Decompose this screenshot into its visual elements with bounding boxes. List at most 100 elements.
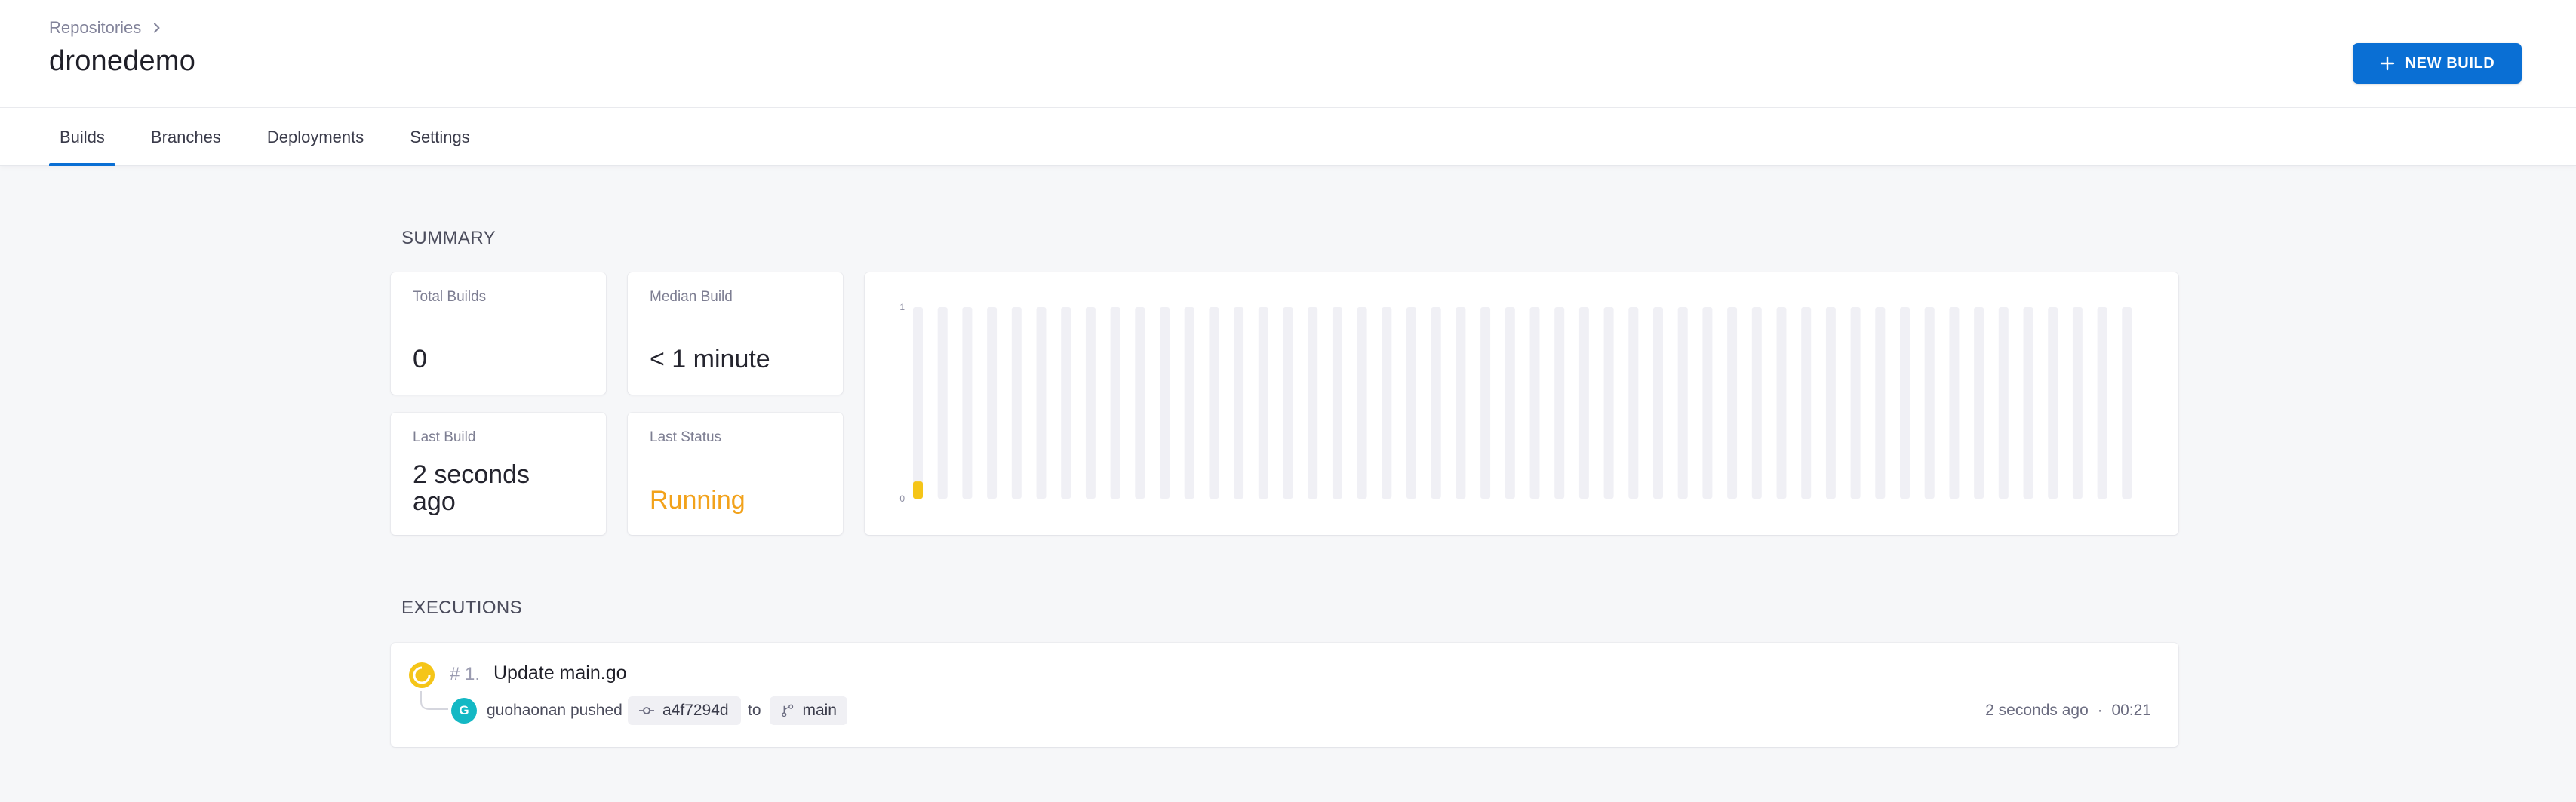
branch-icon [782, 704, 794, 717]
chart-bar-track [1135, 307, 1145, 499]
tab-branches[interactable]: Branches [140, 108, 232, 166]
chart-bar-track [1110, 307, 1120, 499]
chart-bar-track [2097, 307, 2107, 499]
chart-bar-track [2072, 307, 2083, 499]
chart-bar-track [1603, 307, 1614, 499]
builds-bar-chart: 10 [899, 302, 2132, 504]
chart-bar-track [2048, 307, 2058, 499]
execution-duration: 00:21 [2111, 702, 2151, 719]
last-status-card: Last Status Running [628, 413, 843, 535]
tab-builds-label: Builds [60, 127, 105, 146]
chart-bar-track [1677, 307, 1688, 499]
chart-bar-track [2122, 307, 2132, 499]
chart-bar-track [1554, 307, 1565, 499]
builds-chart-card: 10 [865, 272, 2178, 535]
chart-bar-track [1234, 307, 1244, 499]
plus-icon [2380, 56, 2394, 71]
chart-bar-track [1357, 307, 1367, 499]
tab-builds[interactable]: Builds [49, 108, 115, 166]
chart-bar-track [1406, 307, 1416, 499]
breadcrumb: Repositories [49, 17, 162, 39]
chart-bar-track [1480, 307, 1491, 499]
total-builds-label: Total Builds [413, 289, 487, 305]
new-build-button[interactable]: NEW BUILD [2353, 43, 2522, 84]
chart-bar-track [1727, 307, 1738, 499]
last-build-card: Last Build 2 seconds ago [391, 413, 606, 535]
chart-bar-track [1875, 307, 1886, 499]
execution-time: 2 seconds ago [1985, 702, 2089, 719]
chart-bar-track [1308, 307, 1318, 499]
tab-deployments[interactable]: Deployments [257, 108, 374, 166]
execution-title[interactable]: Update main.go [493, 662, 627, 684]
chart-bar-track [1382, 307, 1392, 499]
meta-separator: · [2097, 702, 2103, 719]
chart-bar-track [1900, 307, 1910, 499]
chart-bar-track [1529, 307, 1540, 499]
chart-bar-track [1332, 307, 1342, 499]
tab-settings-label: Settings [410, 127, 470, 146]
tab-settings[interactable]: Settings [399, 108, 481, 166]
chart-bar-track [1505, 307, 1515, 499]
chart-bar-track [962, 307, 973, 499]
branch-name: main [802, 702, 837, 719]
executions-heading: EXECUTIONS [401, 598, 523, 618]
chart-bar-track [1751, 307, 1762, 499]
chart-bar-track [1702, 307, 1713, 499]
chart-bar-track [1850, 307, 1861, 499]
median-build-card: Median Build < 1 minute [628, 272, 843, 395]
commit-icon [639, 707, 654, 714]
page-header: Repositories dronedemo NEW BUILD Builds … [0, 0, 2576, 166]
chart-bar-track [1283, 307, 1293, 499]
chart-bar-track [1209, 307, 1219, 499]
total-builds-value: 0 [413, 345, 427, 373]
total-builds-card: Total Builds 0 [391, 272, 606, 395]
last-build-value: 2 seconds ago [413, 460, 530, 516]
chart-bar-track [1011, 307, 1022, 499]
chart-bar-track [1776, 307, 1787, 499]
chart-bar[interactable] [913, 481, 923, 499]
chart-bar-track [1801, 307, 1812, 499]
chart-bar-track [1924, 307, 1935, 499]
last-status-value: Running [650, 486, 745, 515]
commit-sha: a4f7294d [662, 702, 729, 719]
execution-number: # 1. [450, 664, 481, 684]
execution-meta: 2 seconds ago · 00:21 [1985, 702, 2151, 720]
execution-row[interactable] [391, 643, 2178, 747]
chart-bar-track [1456, 307, 1466, 499]
median-build-value: < 1 minute [650, 345, 770, 373]
last-build-label: Last Build [413, 429, 476, 445]
commit-pill[interactable]: a4f7294d [628, 696, 741, 725]
chart-bar-track [987, 307, 998, 499]
breadcrumb-repositories-link[interactable]: Repositories [49, 18, 141, 38]
chart-bar-track [1061, 307, 1071, 499]
chart-bar-track [937, 307, 948, 499]
page-title: dronedemo [49, 45, 196, 77]
y-tick-label: 0 [899, 493, 905, 504]
chart-bar-track [1036, 307, 1047, 499]
last-status-label: Last Status [650, 429, 722, 445]
chart-bar-track [1160, 307, 1170, 499]
chart-bar-track [1431, 307, 1441, 499]
chart-bar-track [2023, 307, 2033, 499]
avatar-initial: G [459, 703, 469, 717]
avatar: G [451, 698, 477, 724]
branch-pill[interactable]: main [770, 696, 847, 725]
chart-bar-track [1949, 307, 1960, 499]
pushed-by-text: guohaonan pushed [487, 702, 622, 719]
running-status-icon [409, 662, 435, 688]
chart-bar-track [1998, 307, 2009, 499]
to-text: to [748, 702, 761, 719]
y-tick-label: 1 [899, 302, 905, 312]
median-build-label: Median Build [650, 289, 733, 305]
chart-bar-track [1653, 307, 1663, 499]
new-build-label: NEW BUILD [2405, 54, 2495, 72]
chart-bar-track [1578, 307, 1589, 499]
summary-heading: SUMMARY [401, 228, 496, 248]
repo-tabs: Builds Branches Deployments Settings [49, 108, 506, 166]
tree-connector-icon [420, 691, 448, 710]
chart-bar-track [1258, 307, 1268, 499]
chart-bar-track [1825, 307, 1836, 499]
chart-bar-track [1085, 307, 1096, 499]
tab-branches-label: Branches [150, 127, 221, 146]
chevron-right-icon [154, 23, 160, 33]
